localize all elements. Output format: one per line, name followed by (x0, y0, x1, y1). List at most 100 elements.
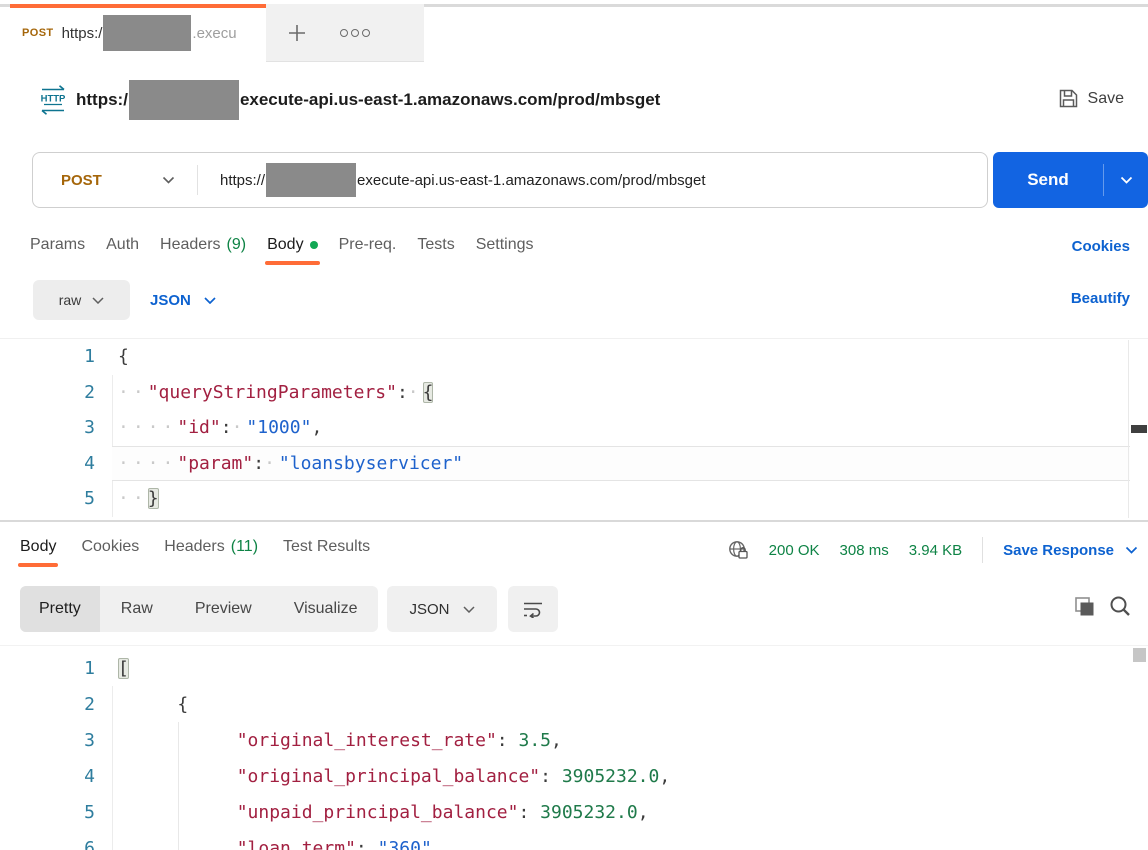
body-format-selector[interactable]: raw (33, 280, 130, 320)
code-text: ··"queryStringParameters":·{ (118, 381, 434, 403)
tab-test-results[interactable]: Test Results (283, 538, 370, 556)
code-text: ····"param":·"loansbyservicer" (118, 452, 464, 474)
response-view-switcher: Pretty Raw Preview Visualize (20, 586, 379, 632)
code-line[interactable]: 1{ (0, 339, 1148, 375)
code-line[interactable]: 5 "unpaid_principal_balance": 3905232.0, (0, 794, 1148, 830)
response-headers-count: (11) (230, 538, 259, 555)
line-number: 1 (84, 657, 95, 679)
tab-settings[interactable]: Settings (476, 236, 534, 254)
request-tab[interactable]: POST https:/ .execu (10, 4, 266, 62)
response-size[interactable]: 3.94 KB (909, 542, 962, 559)
tab-headers[interactable]: Headers (9) (160, 236, 246, 254)
redaction-box (103, 15, 192, 51)
copy-icon (1075, 597, 1094, 616)
code-line[interactable]: 4 "original_principal_balance": 3905232.… (0, 758, 1148, 794)
http-protocol-icon: HTTP (38, 84, 68, 121)
request-body-editor[interactable]: 1{ 2 ··"queryStringParameters":·{ 3 ····"id"… (0, 338, 1148, 521)
globe-lock-icon (728, 541, 748, 559)
cookies-link[interactable]: Cookies (1072, 238, 1130, 255)
tab-options-button[interactable] (340, 28, 370, 37)
method-value: POST (61, 171, 102, 189)
chevron-down-icon (462, 605, 475, 613)
tab-body[interactable]: Body (265, 236, 321, 265)
line-number: 6 (84, 837, 95, 850)
body-modified-dot (309, 241, 318, 249)
code-line[interactable]: 5 ··} (0, 481, 1148, 517)
scrollbar-thumb[interactable] (1133, 648, 1146, 662)
url-input[interactable]: https:// execute-api.us-east-1.amazonaws… (198, 163, 706, 197)
headers-count: (9) (226, 236, 247, 253)
method-selector[interactable]: POST (33, 172, 197, 189)
line-number: 3 (84, 729, 95, 751)
tab-response-cookies[interactable]: Cookies (81, 538, 139, 556)
response-meta: 200 OK 308 ms 3.94 KB Save Response (727, 536, 1138, 564)
save-label: Save (1087, 89, 1124, 107)
tabbar-actions (266, 4, 424, 62)
tab-params[interactable]: Params (30, 236, 85, 254)
scrollbar-track (1128, 340, 1129, 518)
code-line[interactable]: 4 ····"param":·"loansbyservicer" (0, 445, 1148, 482)
scrollbar-thumb[interactable] (1131, 425, 1147, 433)
request-tabs: Params Auth Headers (9) Body Pre-req. Tes… (30, 236, 534, 265)
response-body-editor[interactable]: 1[2 {3 "original_interest_rate": 3.5, 4 "… (0, 645, 1148, 850)
chevron-down-icon (1125, 546, 1138, 554)
response-language-value: JSON (409, 600, 450, 618)
tab-url-truncated: .execu (192, 24, 237, 42)
body-language-selector[interactable]: JSON (150, 280, 216, 320)
response-time[interactable]: 308 ms (840, 542, 889, 559)
response-language-selector[interactable]: JSON (387, 586, 497, 632)
code-text: ··} (118, 488, 159, 510)
status-badge[interactable]: 200 OK (769, 542, 820, 559)
request-title-prefix: https:/ (76, 90, 128, 109)
tab-pre-request[interactable]: Pre-req. (339, 236, 397, 254)
code-line[interactable]: 3 ····"id":·"1000", (0, 410, 1148, 446)
floppy-disk-icon (1059, 89, 1077, 108)
save-response-button[interactable]: Save Response (1003, 542, 1138, 559)
tab-method-label: POST (22, 27, 54, 39)
code-line[interactable]: 6 "loan_term": "360", (0, 830, 1148, 850)
send-button[interactable]: Send (993, 152, 1148, 208)
tab-response-headers[interactable]: Headers (11) (164, 538, 258, 556)
line-number: 2 (84, 381, 95, 403)
search-response-button[interactable] (1108, 594, 1132, 623)
tab-response-body[interactable]: Body (17, 538, 59, 567)
url-suffix: execute-api.us-east-1.amazonaws.com/prod… (357, 171, 706, 189)
code-text: "unpaid_principal_balance": 3905232.0, (236, 801, 649, 823)
request-url-bar: POST https:// execute-api.us-east-1.amaz… (32, 152, 988, 208)
redaction-box (128, 80, 239, 120)
view-pretty[interactable]: Pretty (20, 586, 100, 632)
code-text: [ (118, 657, 129, 679)
code-line[interactable]: 1[ (0, 650, 1148, 686)
body-language-value: JSON (150, 291, 191, 309)
svg-text:HTTP: HTTP (41, 94, 66, 105)
code-line[interactable]: 3 "original_interest_rate": 3.5, (0, 722, 1148, 758)
copy-response-button[interactable] (1073, 595, 1096, 623)
line-number: 1 (84, 346, 95, 368)
chevron-down-icon (162, 176, 175, 184)
view-raw[interactable]: Raw (100, 586, 174, 632)
request-title-suffix: execute-api.us-east-1.amazonaws.com/prod… (239, 90, 661, 109)
chevron-down-icon (1120, 176, 1132, 184)
body-format-value: raw (58, 292, 82, 308)
beautify-link[interactable]: Beautify (1071, 290, 1130, 307)
new-tab-button[interactable] (286, 22, 308, 44)
request-title: https:/ execute-api.us-east-1.amazonaws.… (76, 78, 660, 122)
tab-tests[interactable]: Tests (417, 236, 454, 254)
code-line[interactable]: 2 ··"queryStringParameters":·{ (0, 375, 1148, 411)
plus-icon (289, 24, 305, 41)
wrap-text-button[interactable] (508, 586, 558, 632)
code-line[interactable]: 2 { (0, 686, 1148, 722)
send-options-button[interactable] (1104, 152, 1148, 208)
line-number: 3 (84, 417, 95, 439)
view-preview[interactable]: Preview (174, 586, 273, 632)
view-visualize[interactable]: Visualize (273, 586, 379, 632)
tab-auth[interactable]: Auth (106, 236, 139, 254)
url-prefix: https:// (220, 171, 266, 189)
code-text: "loan_term": "360", (236, 837, 443, 850)
wrap-text-icon (524, 602, 542, 618)
line-number: 4 (84, 765, 95, 787)
save-button[interactable]: Save (1058, 88, 1124, 109)
pane-divider[interactable] (0, 520, 1148, 522)
postman-app: POST https:/ .execu HTTP https:/ execute… (0, 0, 1148, 850)
line-number: 2 (84, 693, 95, 715)
